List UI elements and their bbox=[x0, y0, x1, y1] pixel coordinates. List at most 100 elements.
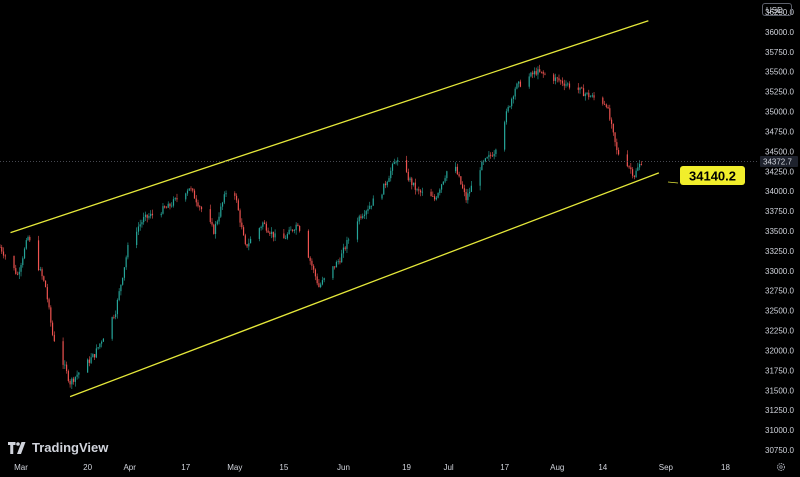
candle-body bbox=[418, 189, 420, 191]
candle-body bbox=[412, 182, 415, 185]
candle-body bbox=[554, 77, 557, 81]
price-chart[interactable]: 36250.036000.035750.035500.035250.035000… bbox=[0, 0, 800, 477]
candle-body bbox=[218, 216, 220, 222]
candle-body bbox=[309, 257, 311, 261]
candle-body bbox=[465, 192, 467, 201]
candle-body bbox=[430, 191, 432, 197]
y-tick-label: 30750.0 bbox=[765, 446, 794, 455]
current-price-text: 34372.7 bbox=[763, 157, 792, 166]
y-tick-label: 34500.0 bbox=[765, 147, 794, 156]
candle-body bbox=[602, 97, 604, 104]
candle-body bbox=[470, 185, 472, 192]
candle-body bbox=[486, 157, 488, 159]
candle-body bbox=[567, 83, 569, 85]
candle-body bbox=[186, 190, 189, 194]
candle-body bbox=[221, 202, 224, 207]
candle-body bbox=[288, 229, 290, 235]
candle-body bbox=[616, 142, 618, 151]
candle-body bbox=[141, 222, 143, 225]
candle-body bbox=[223, 194, 225, 203]
candle-body bbox=[88, 359, 90, 363]
candle-body bbox=[467, 193, 469, 201]
candle-body bbox=[462, 184, 464, 189]
candle-body bbox=[435, 197, 437, 200]
candle-body bbox=[87, 359, 89, 373]
candle-body bbox=[637, 167, 639, 171]
candle-body bbox=[65, 364, 68, 371]
brand-name: TradingView bbox=[32, 440, 109, 455]
candle-body bbox=[479, 170, 481, 186]
currency-selector[interactable]: USD bbox=[762, 3, 792, 16]
candle-body bbox=[542, 71, 544, 74]
candle-body bbox=[316, 276, 318, 284]
candle-body bbox=[537, 69, 539, 75]
candle-body bbox=[290, 229, 292, 231]
price-annotation[interactable]: 34140.2 bbox=[667, 166, 745, 185]
candle-body bbox=[295, 224, 297, 231]
candle-body bbox=[407, 171, 409, 181]
candle-body bbox=[313, 265, 315, 270]
candle-body bbox=[71, 378, 73, 385]
candle-body bbox=[150, 213, 152, 217]
candle-body bbox=[283, 233, 285, 239]
gear-icon[interactable] bbox=[776, 462, 786, 472]
candle-body bbox=[633, 175, 635, 178]
x-tick-label: Sep bbox=[659, 463, 674, 472]
candle-body bbox=[455, 166, 457, 172]
annotation-pointer bbox=[667, 181, 679, 184]
x-tick-label: Aug bbox=[550, 463, 564, 472]
candle-body bbox=[127, 245, 129, 258]
candle-body bbox=[193, 190, 196, 199]
candle-body bbox=[242, 227, 245, 236]
candle-body bbox=[151, 213, 154, 216]
candle-body bbox=[92, 354, 94, 358]
candle-body bbox=[463, 188, 465, 193]
x-tick-label: 19 bbox=[402, 463, 411, 472]
candle-body bbox=[120, 284, 122, 292]
candle-body bbox=[118, 291, 120, 300]
candle-body bbox=[348, 239, 350, 241]
candle-body bbox=[237, 200, 239, 211]
candle-body bbox=[419, 190, 422, 193]
candle-body bbox=[188, 188, 190, 191]
candle-body bbox=[148, 216, 150, 218]
tradingview-brand: TradingView bbox=[8, 440, 108, 455]
candle-body bbox=[458, 174, 460, 177]
candle-body bbox=[511, 98, 513, 107]
candle-body bbox=[607, 106, 609, 109]
channel-line-lower[interactable] bbox=[69, 172, 660, 398]
candle-body bbox=[286, 234, 288, 239]
candle-body bbox=[125, 257, 127, 268]
candle-body bbox=[311, 260, 313, 266]
candle-body bbox=[553, 74, 555, 81]
candle-body bbox=[456, 166, 458, 175]
candle-body bbox=[94, 354, 96, 358]
y-tick-label: 35250.0 bbox=[765, 88, 794, 97]
candle-body bbox=[258, 228, 260, 239]
candle-body bbox=[640, 163, 642, 165]
candle-body bbox=[582, 88, 585, 97]
x-tick-label: Mar bbox=[14, 463, 28, 472]
candle-body bbox=[69, 380, 71, 385]
candle-body bbox=[137, 226, 140, 232]
candle-body bbox=[605, 104, 607, 107]
candle-body bbox=[384, 183, 387, 186]
candle-body bbox=[41, 269, 43, 277]
candle-body bbox=[577, 87, 579, 90]
candle-body bbox=[192, 188, 194, 191]
candle-body bbox=[588, 92, 590, 98]
candle-body bbox=[172, 199, 175, 206]
x-tick-label: 15 bbox=[279, 463, 288, 472]
candle-body bbox=[516, 83, 518, 89]
candle-body bbox=[293, 230, 295, 231]
candle-body bbox=[246, 244, 248, 247]
channel-line-upper[interactable] bbox=[10, 20, 649, 234]
candle-body bbox=[209, 209, 211, 222]
candle-body bbox=[239, 210, 241, 223]
candle-body bbox=[395, 161, 397, 163]
candle-body bbox=[102, 338, 104, 342]
y-tick-label: 34750.0 bbox=[765, 127, 794, 136]
candle-body bbox=[393, 162, 395, 165]
candle-body bbox=[307, 230, 310, 258]
candle-body bbox=[584, 93, 586, 97]
